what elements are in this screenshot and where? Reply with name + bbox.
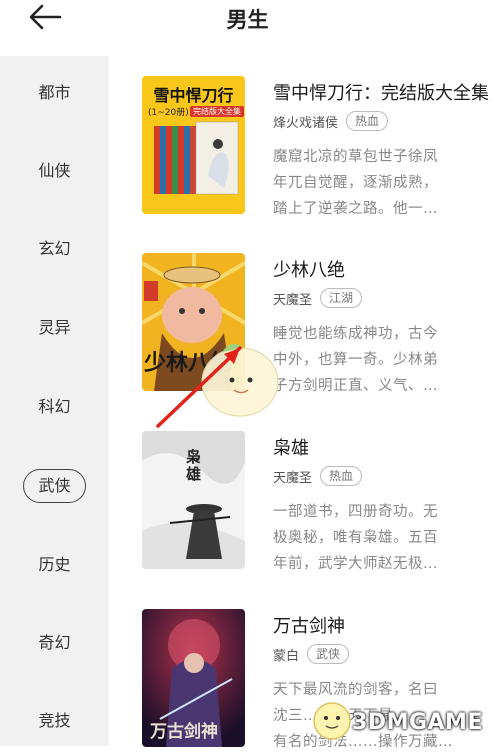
book-author: 天魔圣 bbox=[273, 292, 313, 308]
category-item-qihuan[interactable]: 奇幻 bbox=[0, 623, 109, 663]
book-title: 少林八绝 bbox=[273, 260, 345, 281]
book-cover[interactable]: 雪中悍刀行 (1~20册) 完结版大全集 bbox=[142, 76, 245, 214]
cover-title: 枭雄 bbox=[186, 448, 202, 483]
book-title: 雪中悍刀行：完结版大全集 bbox=[273, 83, 489, 104]
book-description: 魔窟北凉的草包世子徐凤 年兀自觉醒，逐渐成熟， 踏上了逆袭之路。他一… bbox=[273, 149, 438, 217]
category-item-wuxia-active[interactable]: 武侠 bbox=[0, 466, 109, 506]
cover-title: 万古剑神 bbox=[150, 722, 218, 742]
category-item-xuanhuan[interactable]: 玄幻 bbox=[0, 229, 109, 269]
book-item[interactable]: 少林八绝 少林八绝 天魔圣 江湖 睡觉也能练成神功，古今 中外，也算一奇。少林弟… bbox=[142, 253, 495, 394]
book-item[interactable]: 雪中悍刀行 (1~20册) 完结版大全集 雪中悍刀行：完结版大全集 烽火戏诸侯 … bbox=[142, 76, 495, 217]
category-item-kehuan[interactable]: 科幻 bbox=[0, 387, 109, 427]
cover-title: 雪中悍刀行 bbox=[153, 86, 234, 105]
watermark-text: 3DMGAME bbox=[352, 710, 483, 735]
book-title: 万古剑神 bbox=[273, 616, 345, 637]
genre-tag: 江湖 bbox=[320, 288, 363, 308]
category-item-xianxia[interactable]: 仙侠 bbox=[0, 151, 109, 191]
book-author: 烽火戏诸侯 bbox=[273, 115, 339, 131]
category-item-lishi[interactable]: 历史 bbox=[0, 545, 109, 585]
cover-edition-badge: 完结版大全集 bbox=[190, 106, 244, 117]
book-cover[interactable]: 万古剑神 bbox=[142, 609, 245, 747]
book-description: 睡觉也能练成神功，古今 中外，也算一奇。少林弟 子方剑明正直、义气、… bbox=[273, 326, 438, 394]
category-item-lingyi[interactable]: 灵异 bbox=[0, 308, 109, 348]
book-item[interactable]: 枭雄 枭雄 天魔圣 热血 一部道书，四册奇功。无 极奥秘，唯有枭雄。五百 年前，… bbox=[142, 431, 495, 572]
category-item-dushi[interactable]: 都市 bbox=[0, 73, 109, 113]
book-title: 枭雄 bbox=[273, 438, 309, 459]
cover-volume-range: (1~20册) bbox=[148, 108, 189, 118]
page-title: 男生 bbox=[226, 8, 269, 32]
genre-tag: 热血 bbox=[320, 466, 363, 486]
book-cover[interactable]: 枭雄 bbox=[142, 431, 245, 569]
category-sidebar: 都市 仙侠 玄幻 灵异 科幻 武侠 历史 奇幻 竞技 bbox=[0, 56, 109, 746]
category-item-jingji[interactable]: 竞技 bbox=[0, 701, 109, 741]
book-cover[interactable]: 少林八绝 bbox=[142, 253, 245, 391]
genre-tag: 武侠 bbox=[307, 644, 350, 664]
book-description: 一部道书，四册奇功。无 极奥秘，唯有枭雄。五百 年前，武学大师赵无极… bbox=[273, 504, 438, 572]
cover-title: 少林八绝 bbox=[144, 350, 233, 376]
book-author: 天魔圣 bbox=[273, 470, 313, 486]
top-bar: 男生 bbox=[0, 0, 495, 56]
book-author: 蒙白 bbox=[273, 648, 300, 664]
genre-tag: 热血 bbox=[346, 111, 389, 131]
